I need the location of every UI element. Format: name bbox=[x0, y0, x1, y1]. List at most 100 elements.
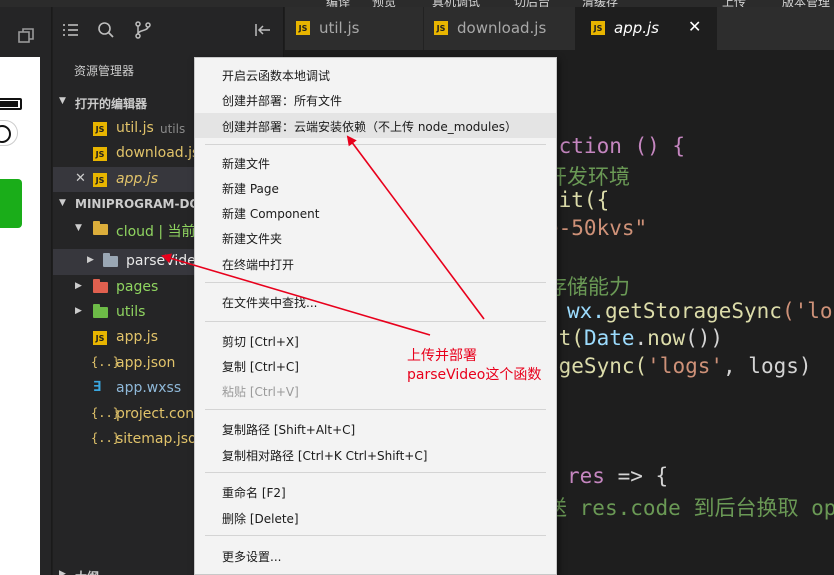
tab-util-js[interactable]: JS util.js bbox=[285, 7, 423, 50]
tree-item-label: cloud | 当前 bbox=[116, 224, 196, 240]
menu-item-deploy-cloud-deps[interactable]: 创建并部署：云端安装依赖（不上传 node_modules） bbox=[195, 113, 556, 138]
menu-separator bbox=[205, 144, 546, 145]
code-token: res bbox=[567, 464, 605, 488]
menu-item-new-page[interactable]: 新建 Page bbox=[195, 175, 556, 200]
tree-item-label: utils bbox=[116, 304, 146, 320]
code-token: 'logs' bbox=[647, 354, 724, 378]
menu-item-open-terminal[interactable]: 在终端中打开 bbox=[195, 251, 556, 276]
window-restore-icon[interactable] bbox=[16, 26, 36, 46]
battery-icon bbox=[0, 98, 22, 110]
menu-item-find-in-folder[interactable]: 在文件夹中查找... bbox=[195, 289, 556, 314]
js-file-icon: JS bbox=[296, 21, 310, 35]
file-name: app.js bbox=[116, 171, 158, 187]
close-icon[interactable]: ✕ bbox=[75, 171, 86, 186]
menu-item-more-settings[interactable]: 更多设置... bbox=[195, 543, 556, 568]
capsule-button[interactable] bbox=[0, 120, 18, 146]
menu-item-new-file[interactable]: 新建文件 bbox=[195, 150, 556, 175]
tab-app-js[interactable]: JS app.js ✕ bbox=[575, 7, 717, 50]
menu-item-label: 新建 Component bbox=[222, 207, 320, 221]
phone-screen bbox=[0, 57, 40, 575]
source-control-icon[interactable] bbox=[133, 20, 153, 40]
code-token: now bbox=[647, 326, 686, 350]
menu-item-new-folder[interactable]: 新建文件夹 bbox=[195, 225, 556, 250]
chevron-down-icon: ▼ bbox=[75, 223, 82, 233]
pages-folder-icon bbox=[93, 279, 108, 293]
green-button[interactable] bbox=[0, 179, 22, 228]
chevron-down-icon: ▼ bbox=[59, 96, 66, 106]
menu-item-label: 新建文件 bbox=[222, 157, 271, 171]
chevron-right-icon: ▶ bbox=[75, 306, 82, 316]
annotation-line: parseVideo这个函数 bbox=[407, 367, 542, 383]
tree-item-label: app.js bbox=[116, 329, 158, 345]
code-line: e-50kvs" bbox=[546, 216, 648, 240]
tree-item-label: sitemap.jso bbox=[116, 431, 197, 447]
code-token: Date bbox=[583, 326, 635, 350]
code-token: . bbox=[634, 326, 648, 350]
chevron-right-icon: ▶ bbox=[75, 281, 82, 291]
cloud-folder-icon bbox=[93, 221, 108, 235]
open-editors-label: 打开的编辑器 bbox=[75, 97, 148, 111]
menu-item-copy-path[interactable]: 复制路径 [Shift+Alt+C] bbox=[195, 416, 556, 441]
tab-label: app.js bbox=[614, 19, 659, 37]
js-file-icon: JS bbox=[93, 122, 107, 136]
context-menu: 开启云函数本地调试 创建并部署：所有文件 创建并部署：云端安装依赖（不上传 no… bbox=[194, 57, 557, 575]
tree-item-label: pages bbox=[116, 279, 159, 295]
tree-item-label: app.json bbox=[116, 355, 176, 371]
menu-item-local-debug[interactable]: 开启云函数本地调试 bbox=[195, 62, 556, 87]
menu-item-label: 重命名 [F2] bbox=[222, 486, 286, 500]
code-line: 开发环境 bbox=[546, 165, 630, 189]
menu-item-label: 剪切 [Ctrl+X] bbox=[222, 335, 299, 349]
tab-label: util.js bbox=[319, 19, 360, 37]
tab-download-js[interactable]: JS download.js bbox=[424, 7, 575, 50]
menu-item-copy-relative-path[interactable]: 复制相对路径 [Ctrl+K Ctrl+Shift+C] bbox=[195, 442, 556, 467]
code-token: => { bbox=[604, 464, 669, 488]
outline-label: 大纲 bbox=[75, 568, 99, 575]
code-token: getStorageSync bbox=[604, 299, 782, 323]
code-token: wx. bbox=[567, 299, 605, 323]
menu-item-label: 更多设置... bbox=[222, 550, 282, 564]
css-file-icon: ∃ bbox=[93, 379, 102, 395]
explorer-toolbar bbox=[53, 7, 284, 51]
top-toolbar: 编译 预览 真机调试 切后台 清缓存 上传 版本管理 bbox=[0, 0, 834, 9]
js-file-icon: JS bbox=[591, 21, 605, 35]
chevron-down-icon: ▼ bbox=[59, 198, 66, 208]
code-line: res => { bbox=[567, 464, 668, 488]
menu-separator bbox=[205, 409, 546, 410]
menu-item-rename[interactable]: 重命名 [F2] bbox=[195, 479, 556, 504]
collapse-panel-icon[interactable] bbox=[253, 20, 273, 40]
menu-item-label: 新建文件夹 bbox=[222, 232, 283, 246]
menu-item-label: 复制相对路径 [Ctrl+K Ctrl+Shift+C] bbox=[222, 449, 428, 463]
code-line: wx.getStorageSync('lo bbox=[567, 299, 833, 323]
project-label: MINIPROGRAM-DO bbox=[75, 197, 200, 211]
close-tab-icon[interactable]: ✕ bbox=[688, 17, 701, 36]
menu-item-deploy-all[interactable]: 创建并部署：所有文件 bbox=[195, 87, 556, 112]
code-line: nction () { bbox=[546, 134, 686, 158]
js-file-icon: JS bbox=[93, 331, 107, 345]
chevron-right-icon: ▶ bbox=[87, 255, 94, 265]
tab-label: download.js bbox=[457, 19, 547, 37]
menu-item-label: 删除 [Delete] bbox=[222, 512, 299, 526]
code-line: 送 res.code 到后台换取 op bbox=[546, 492, 834, 522]
menu-item-label: 粘贴 [Ctrl+V] bbox=[222, 385, 299, 399]
annotation-line: 上传并部署 bbox=[407, 348, 477, 364]
annotation-text: 上传并部署 parseVideo这个函数 bbox=[407, 347, 541, 385]
js-file-icon: JS bbox=[434, 21, 448, 35]
tree-item-label: parseVideo bbox=[126, 253, 205, 269]
menu-item-label: 在文件夹中查找... bbox=[222, 296, 318, 310]
tree-item-label: app.wxss bbox=[116, 380, 182, 396]
menu-item-delete[interactable]: 删除 [Delete] bbox=[195, 505, 556, 530]
file-name: download.js bbox=[116, 145, 200, 161]
tree-item-label: project.con bbox=[116, 406, 195, 422]
menu-separator bbox=[205, 282, 546, 283]
editor-tab-bar: JS util.js JS download.js JS app.js ✕ bbox=[285, 7, 834, 50]
menu-item-label: 在终端中打开 bbox=[222, 258, 295, 272]
list-icon[interactable] bbox=[61, 20, 81, 40]
menu-separator bbox=[205, 535, 546, 536]
menu-item-label: 复制路径 [Shift+Alt+C] bbox=[222, 423, 356, 437]
code-line: ageSync('logs', logs) bbox=[546, 354, 812, 378]
simulator-panel bbox=[0, 7, 52, 575]
search-icon[interactable] bbox=[96, 20, 116, 40]
menu-item-new-component[interactable]: 新建 Component bbox=[195, 200, 556, 225]
menu-item-label: 复制 [Ctrl+C] bbox=[222, 360, 299, 374]
code-token: res.code 到后台换取 op bbox=[579, 496, 834, 520]
